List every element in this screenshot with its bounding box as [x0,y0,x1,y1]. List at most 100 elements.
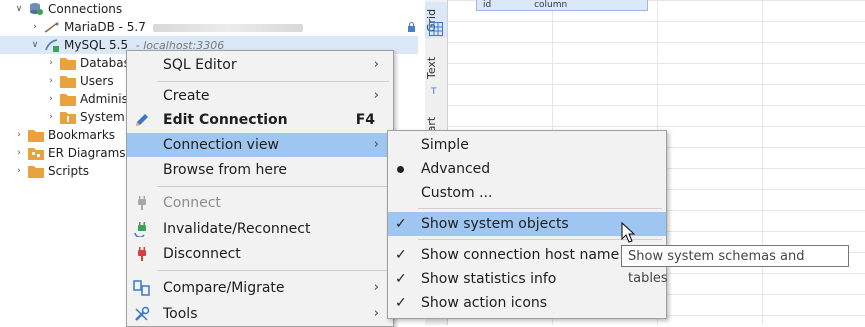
tooltip: Show system schemas and tables [621,245,849,286]
folder-icon [60,94,76,106]
grid-column-header[interactable]: column [534,0,567,10]
chevron-right-icon: › [373,88,379,103]
context-menu: SQL Editor › Create › Edit Connection F4… [126,50,394,327]
chevron-right-icon[interactable]: › [14,144,24,162]
menu-item-show-statistics-info[interactable]: ✓ Show statistics info [388,267,666,291]
menu-item-label: Connection view [163,137,279,153]
tree-item-label: Connections [48,2,123,16]
menu-item-compare-migrate[interactable]: Compare/Migrate › [127,276,393,300]
menu-item-label: Disconnect [163,246,241,262]
menu-item-label: Browse from here [163,162,288,178]
tree-item-bookmarks[interactable]: › Bookmarks [0,126,130,144]
menu-item-label: Advanced [421,161,491,177]
checkmark-icon: ✓ [395,216,407,232]
menu-item-label: Custom ... [421,185,493,201]
tree-item-label: Users [80,74,114,88]
chevron-down-icon[interactable]: ∨ [30,36,40,54]
tab-text[interactable]: Text [425,55,447,81]
menu-item-label: Compare/Migrate [163,280,285,296]
tree-item-administer[interactable]: › Administer [0,90,145,108]
menu-item-label: Show system objects [421,216,569,232]
menu-item-tools[interactable]: Tools › [127,302,393,326]
shortcut-label: F4 [355,112,375,128]
tree-item-system-info[interactable]: › System Info [0,108,151,126]
menu-item-label: Invalidate/Reconnect [163,221,311,237]
menu-item-edit-connection[interactable]: Edit Connection F4 [127,108,393,132]
checkmark-icon: ✓ [395,295,407,311]
grid-icon [429,22,443,36]
menu-item-label: Edit Connection [163,112,288,128]
tree-item-mariadb[interactable]: › MariaDB - 5.7 [0,18,418,36]
menu-separator [157,270,389,271]
er-diagrams-folder-icon [28,148,44,160]
menu-item-disconnect[interactable]: Disconnect [127,242,393,266]
menu-separator [157,81,389,82]
plug-icon [138,196,146,210]
connections-icon [30,3,43,15]
tree-item-label: MariaDB - 5.7 [64,20,146,34]
menu-item-label: Simple [421,137,469,153]
chevron-right-icon[interactable]: › [30,18,40,36]
tree-item-er-diagrams[interactable]: › ER Diagrams [0,144,130,162]
chevron-right-icon[interactable]: › [14,162,24,180]
tree-item-label: MySQL 5.5 [64,38,129,52]
menu-item-simple[interactable]: Simple [388,133,666,157]
menu-item-connect[interactable]: Connect [127,191,393,215]
menu-item-browse-from-here[interactable]: Browse from here [127,158,393,182]
chevron-right-icon: › [373,137,379,152]
chevron-right-icon: › [373,306,379,321]
menu-item-show-action-icons[interactable]: ✓ Show action icons [388,291,666,315]
tree-item-scripts[interactable]: › Scripts [0,162,130,180]
scripts-folder-icon [28,166,44,178]
checkmark-icon: ✓ [395,271,407,287]
tree-item-label: ER Diagrams [48,146,126,160]
chevron-right-icon[interactable]: › [46,54,56,72]
menu-item-label: Show statistics info [421,271,557,287]
tree-item-label: Bookmarks [48,128,116,142]
tree-item-label: Scripts [48,164,90,178]
chevron-right-icon[interactable]: › [46,108,56,126]
folder-icon [60,76,76,88]
chevron-right-icon: › [373,57,379,72]
menu-item-label: Show connection host name [421,247,620,263]
bookmarks-folder-icon [28,130,44,142]
menu-item-label: Tools [163,306,198,322]
tree-item-connections[interactable]: ∨ Connections [0,0,418,18]
reconnect-icon [134,222,146,237]
tree-item-users[interactable]: › Users [0,72,130,90]
info-folder-icon [60,112,76,124]
disconnect-icon [138,247,146,261]
svg-text:T: T [430,87,437,96]
menu-separator [157,186,389,187]
checkmark-icon: ✓ [395,247,407,263]
chevron-right-icon[interactable]: › [14,126,24,144]
menu-item-invalidate-reconnect[interactable]: Invalidate/Reconnect [127,217,393,241]
menu-item-label: Connect [163,195,221,211]
chevron-down-icon[interactable]: ∨ [14,0,24,18]
mouse-cursor-icon [621,222,636,243]
text-icon: T [430,87,437,96]
menu-item-label: Show action icons [421,295,548,311]
chevron-right-icon[interactable]: › [46,90,56,108]
menu-item-connection-view[interactable]: Connection view › [127,133,393,157]
menu-item-custom[interactable]: Custom ... [388,181,666,205]
radio-selected-icon [397,166,404,173]
pencil-icon [136,114,148,126]
grid-column-header[interactable]: id [483,0,491,10]
chevron-right-icon: › [373,280,379,295]
mysql-icon [45,39,59,52]
menu-item-sql-editor[interactable]: SQL Editor › [127,53,393,77]
compare-icon [133,280,150,296]
chevron-right-icon[interactable]: › [46,72,56,90]
tree-item-databases[interactable]: › Databases [0,54,144,72]
folder-icon [60,58,76,70]
tools-icon [135,306,150,321]
menu-item-create[interactable]: Create › [127,84,393,108]
lock-icon [408,22,415,32]
redacted-host [153,23,304,32]
mariadb-icon [44,22,59,33]
menu-item-label: SQL Editor [163,57,237,73]
menu-item-label: Create [163,88,210,104]
menu-item-advanced[interactable]: Advanced [388,157,666,181]
menu-separator [418,208,662,209]
